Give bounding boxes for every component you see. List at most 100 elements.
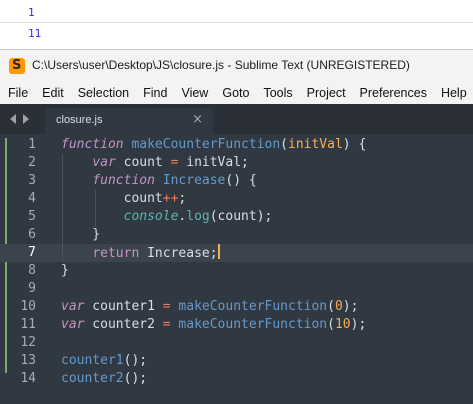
menu-tools[interactable]: Tools	[256, 86, 299, 100]
console-output-line: 11	[28, 27, 42, 40]
code-token: count	[115, 155, 171, 170]
code-token: }	[61, 263, 69, 278]
code-token: log	[186, 209, 210, 224]
code-text: function makeCounterFunction(initVal) {	[61, 136, 366, 154]
chevron-right-icon[interactable]	[23, 114, 29, 124]
code-token: Increase	[162, 173, 226, 188]
code-text: function Increase() {	[61, 172, 257, 190]
line-number: 11	[20, 317, 36, 332]
code-token: Increase;	[139, 246, 218, 261]
code-text: }	[61, 226, 100, 244]
line-number: 10	[20, 299, 36, 314]
chevron-left-icon[interactable]	[10, 114, 16, 124]
console-divider	[0, 22, 473, 23]
line-number: 7	[28, 245, 36, 260]
code-line[interactable]: 7 return Increase;	[0, 244, 473, 262]
code-token: return	[92, 246, 140, 261]
code-token: (	[327, 317, 335, 332]
code-token: function	[61, 137, 124, 152]
code-token: makeCounterFunction	[178, 317, 328, 332]
code-token: ) {	[342, 137, 367, 152]
code-token: (	[327, 299, 335, 314]
code-line[interactable]: 1 function makeCounterFunction(initVal) {	[0, 136, 473, 154]
code-token: );	[342, 299, 359, 314]
code-token: ();	[123, 371, 148, 386]
line-number: 4	[28, 191, 36, 206]
menu-edit[interactable]: Edit	[35, 86, 71, 100]
code-token: ++	[162, 191, 179, 206]
menu-find[interactable]: Find	[136, 86, 174, 100]
title-bar[interactable]: S C:\Users\user\Desktop\JS\closure.js - …	[0, 50, 473, 82]
code-token: initVal	[288, 137, 343, 152]
tab-label: closure.js	[56, 114, 103, 126]
code-line[interactable]: 13 counter1();	[0, 352, 473, 370]
code-token: console	[123, 209, 179, 224]
code-token: (count);	[209, 209, 273, 224]
code-text: var counter1 = makeCounterFunction(0);	[61, 298, 358, 316]
code-token: var	[61, 299, 85, 314]
code-line[interactable]: 14 counter2();	[0, 370, 473, 388]
line-number: 6	[28, 227, 36, 242]
code-token: (	[280, 137, 288, 152]
menu-bar: File Edit Selection Find View Goto Tools…	[0, 82, 473, 103]
code-line[interactable]: 4 count++;	[0, 190, 473, 208]
close-icon[interactable]: ×	[192, 112, 203, 127]
line-number: 8	[28, 263, 36, 278]
menu-project[interactable]: Project	[300, 86, 353, 100]
code-token: ();	[123, 353, 148, 368]
line-number: 9	[28, 281, 36, 296]
code-line[interactable]: 12	[0, 334, 473, 352]
line-number: 1	[28, 137, 36, 152]
tab-closure-js[interactable]: closure.js ×	[45, 108, 213, 134]
code-line[interactable]: 3 function Increase() {	[0, 172, 473, 190]
text-cursor	[217, 244, 220, 259]
code-line[interactable]: 10 var counter1 = makeCounterFunction(0);	[0, 298, 473, 316]
code-token: () {	[225, 173, 257, 188]
indent-guide	[62, 154, 63, 262]
code-token: var	[92, 155, 116, 170]
console-output-panel: 1 11	[0, 0, 473, 48]
code-text: count++;	[61, 190, 187, 208]
line-number: 14	[20, 371, 36, 386]
sublime-app-icon: S	[9, 58, 25, 74]
window-title: C:\Users\user\Desktop\JS\closure.js - Su…	[32, 58, 410, 72]
code-text: console.log(count);	[61, 208, 273, 226]
menu-selection[interactable]: Selection	[71, 86, 136, 100]
code-token: initVal;	[178, 155, 249, 170]
menu-file[interactable]: File	[0, 86, 35, 100]
code-line[interactable]: 2 var count = initVal;	[0, 154, 473, 172]
line-number: 3	[28, 173, 36, 188]
code-line[interactable]: 11 var counter2 = makeCounterFunction(10)…	[0, 316, 473, 334]
code-token: 10	[334, 317, 351, 332]
code-text: var counter2 = makeCounterFunction(10);	[61, 316, 366, 334]
menu-help[interactable]: Help	[434, 86, 473, 100]
line-number: 12	[20, 335, 36, 350]
indent-guide	[95, 190, 96, 226]
code-text: return Increase;	[61, 244, 220, 263]
code-token: counter2	[84, 317, 163, 332]
tab-bar: closure.js ×	[0, 104, 473, 134]
code-text: var count = initVal;	[61, 154, 249, 172]
code-token: makeCounterFunction	[131, 137, 281, 152]
code-line[interactable]: 9	[0, 280, 473, 298]
code-token: );	[350, 317, 367, 332]
code-line[interactable]: 8}	[0, 262, 473, 280]
sublime-window: S C:\Users\user\Desktop\JS\closure.js - …	[0, 49, 473, 404]
code-line[interactable]: 5 console.log(count);	[0, 208, 473, 226]
code-token: ;	[178, 191, 187, 206]
code-text: }	[61, 262, 69, 280]
app-icon-letter: S	[12, 58, 22, 73]
menu-preferences[interactable]: Preferences	[353, 86, 434, 100]
code-token: count	[61, 191, 163, 206]
menu-view[interactable]: View	[174, 86, 215, 100]
code-token: }	[61, 227, 101, 242]
line-number: 2	[28, 155, 36, 170]
menu-goto[interactable]: Goto	[215, 86, 256, 100]
code-token: function	[92, 173, 155, 188]
code-editor[interactable]: 1 function makeCounterFunction(initVal) {…	[0, 134, 473, 404]
code-token: =	[162, 299, 171, 314]
code-line[interactable]: 6 }	[0, 226, 473, 244]
